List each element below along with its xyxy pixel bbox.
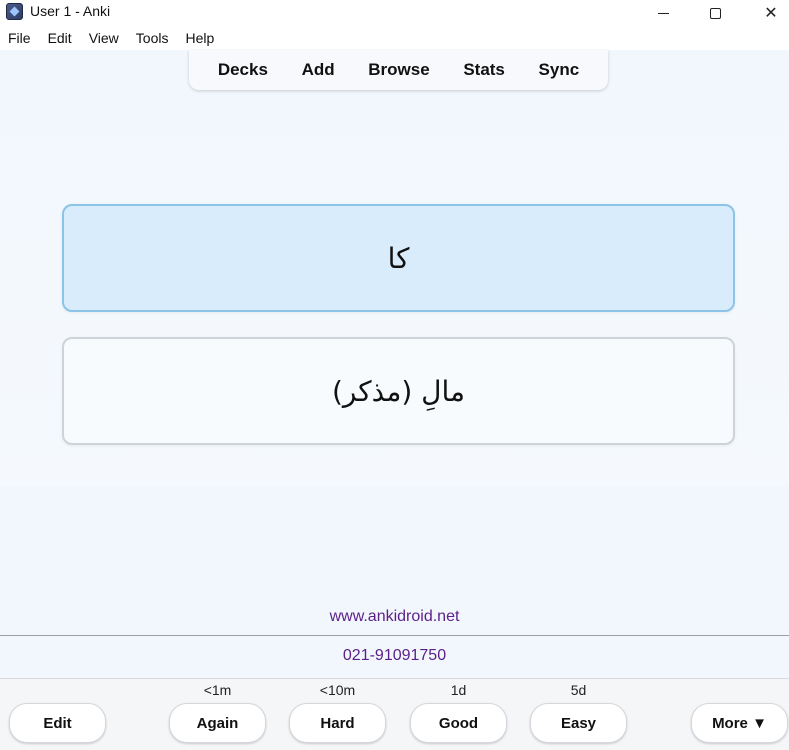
- title-bar: User 1 - Anki ✕: [0, 0, 789, 26]
- close-icon[interactable]: ✕: [748, 0, 789, 26]
- toolbar-browse[interactable]: Browse: [368, 60, 429, 80]
- footer-divider: [0, 635, 789, 636]
- edit-button[interactable]: Edit: [9, 703, 106, 743]
- menu-file[interactable]: File: [8, 30, 31, 46]
- menu-tools[interactable]: Tools: [136, 30, 169, 46]
- menu-help[interactable]: Help: [185, 30, 214, 46]
- more-button[interactable]: More ▼: [691, 703, 788, 743]
- maximize-icon[interactable]: [692, 0, 738, 26]
- hard-button[interactable]: Hard: [289, 703, 386, 743]
- good-interval: 1d: [450, 682, 467, 698]
- menu-bar: File Edit View Tools Help: [0, 26, 789, 50]
- card-front-text: کا: [387, 241, 410, 275]
- good-button[interactable]: Good: [410, 703, 507, 743]
- again-button[interactable]: Again: [169, 703, 266, 743]
- card-back: مالِ (مذکر): [62, 337, 735, 445]
- menu-view[interactable]: View: [89, 30, 119, 46]
- easy-interval: 5d: [570, 682, 587, 698]
- toolbar-decks[interactable]: Decks: [218, 60, 268, 80]
- toolbar-stats[interactable]: Stats: [463, 60, 505, 80]
- toolbar-add[interactable]: Add: [302, 60, 335, 80]
- toolbar-sync[interactable]: Sync: [539, 60, 580, 80]
- anki-app-icon: [6, 3, 23, 20]
- minimize-icon[interactable]: [640, 0, 686, 26]
- phone-number: 021-91091750: [342, 647, 447, 664]
- hard-interval: <10m: [319, 682, 356, 698]
- website-link[interactable]: www.ankidroid.net: [0, 608, 789, 626]
- easy-button[interactable]: Easy: [530, 703, 627, 743]
- menu-edit[interactable]: Edit: [48, 30, 72, 46]
- again-interval: <1m: [203, 682, 232, 698]
- window-title: User 1 - Anki: [30, 3, 111, 19]
- card-front: کا: [62, 204, 735, 312]
- card-back-text: مالِ (مذکر): [331, 374, 466, 408]
- top-toolbar: Decks Add Browse Stats Sync: [189, 50, 608, 90]
- answer-bar: [0, 678, 789, 750]
